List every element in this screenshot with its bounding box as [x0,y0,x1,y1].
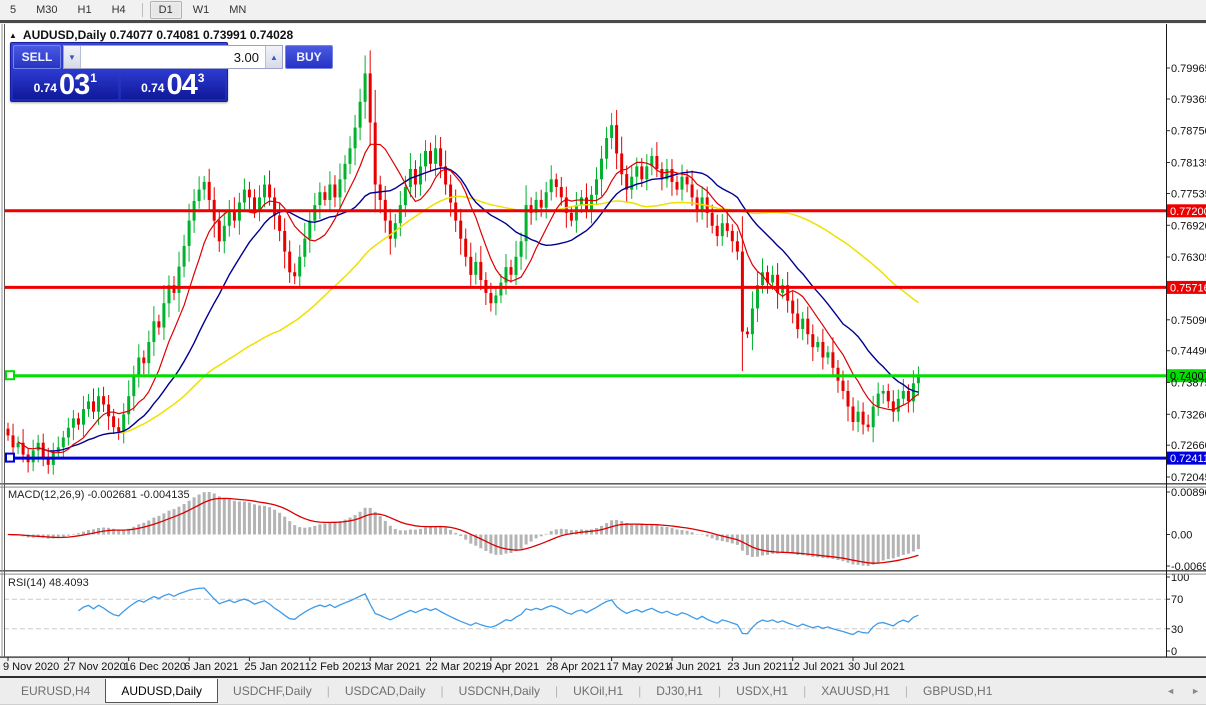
chart-tab-bar: EURUSD,H4 AUDUSD,Daily USDCHF,Daily | USDCAD… [0,676,1206,705]
buy-price-display[interactable]: 0.74 04 3 [120,69,225,101]
lot-increase-button[interactable]: ▲ [265,46,282,68]
price-axis-label: 0.72660 [1171,440,1206,452]
price-axis-label: 0.73260 [1171,409,1206,421]
tab-gbpusd-h1[interactable]: GBPUSD,H1 [908,680,1007,702]
date-axis-label: 27 Nov 2020 [63,661,125,673]
tab-xauusd-h1[interactable]: XAUUSD,H1 [806,680,905,702]
price-axis-label: 0.76305 [1171,252,1206,264]
tab-audusd-daily[interactable]: AUDUSD,Daily [105,679,219,703]
panel-splitter [0,483,1206,485]
date-axis-label: 9 Apr 2021 [486,661,539,673]
macd-axis-label: 0.008903 [1171,487,1206,499]
sell-price-base: 0.74 [33,81,57,95]
tab-usdx-h1[interactable]: USDX,H1 [721,680,803,702]
date-axis-label: 12 Jul 2021 [788,661,845,673]
price-axis-label: 0.79365 [1171,94,1206,106]
buy-price-base: 0.74 [141,81,165,95]
sell-price-point: 1 [90,71,97,85]
date-axis-label: 17 May 2021 [607,661,671,673]
tab-scroll-controls: ◄ ► [1166,678,1200,704]
tab-ukoil-h1[interactable]: UKOil,H1 [558,680,638,702]
tab-usdcnh-daily[interactable]: USDCNH,Daily [444,680,555,702]
price-axis-label: 0.78135 [1171,158,1206,170]
buy-price-pips: 04 [166,69,197,101]
buy-price-point: 3 [197,71,205,85]
macd-indicator-label: MACD(12,26,9) -0.002681 -0.004135 [8,489,190,501]
sell-price-pips: 03 [58,69,90,101]
one-click-trade-panel: SELL ▼ ▲ BUY 0.74 03 1 0.74 04 3 [10,42,333,102]
buy-button[interactable]: BUY [285,45,333,69]
rsi-axis-label: 70 [1171,594,1183,606]
collapse-triangle-icon[interactable]: ▲ [9,31,17,40]
date-axis-label: 6 Jan 2021 [184,661,238,673]
chart-ohlc-text: AUDUSD,Daily 0.74077 0.74081 0.73991 0.7… [22,28,294,42]
date-axis-line [0,656,1206,658]
panel-splitter [0,486,1206,488]
price-axis-label: 0.79965 [1171,63,1206,75]
rsi-axis-label: 0 [1171,646,1177,658]
price-axis-line [1166,24,1167,657]
tab-dj30-h1[interactable]: DJ30,H1 [641,680,718,702]
date-axis-label: 25 Jan 2021 [244,661,305,673]
lot-size-input[interactable] [81,46,265,68]
hline-anchor-marker [5,452,15,463]
date-axis-label: 16 Dec 2020 [124,661,186,673]
trading-app-window: 5 M30 H1 H4 D1 W1 MN 0.77200 0.75716 0.74007 0.72… [0,0,1206,705]
date-axis-label: 28 Apr 2021 [546,661,605,673]
price-axis-label: 0.72045 [1171,472,1206,484]
panel-splitter [0,573,1206,575]
price-axis-label: 0.73875 [1171,378,1206,390]
tab-scroll-left-icon[interactable]: ◄ [1166,686,1175,696]
tab-usdchf-daily[interactable]: USDCHF,Daily [218,680,327,702]
rsi-axis-label: 30 [1171,624,1183,636]
chart-left-border [4,24,5,657]
date-axis-label: 30 Jul 2021 [848,661,905,673]
hline-price-label: 0.77200 [1170,206,1206,218]
price-axis-label: 0.77535 [1171,189,1206,201]
rsi-indicator-label: RSI(14) 48.4093 [8,577,89,589]
lot-decrease-button[interactable]: ▼ [64,46,81,68]
macd-axis-label: 0.00 [1171,530,1192,542]
chart-background [0,24,1206,658]
tab-usdcad-daily[interactable]: USDCAD,Daily [330,680,441,702]
panel-splitter [0,570,1206,572]
date-axis-label: 22 Mar 2021 [426,661,488,673]
price-axis-label: 0.75090 [1171,315,1206,327]
date-axis-label: 4 Jun 2021 [667,661,721,673]
hline-price-label: 0.72411 [1170,453,1206,465]
date-axis-label: 9 Nov 2020 [3,661,59,673]
chart-tabs: EURUSD,H4 AUDUSD,Daily USDCHF,Daily | USDCAD… [6,679,1007,703]
date-axis-label: 12 Feb 2021 [305,661,367,673]
tab-eurusd-h4[interactable]: EURUSD,H4 [6,680,105,702]
price-axis-label: 0.74490 [1171,346,1206,358]
tab-scroll-right-icon[interactable]: ► [1191,686,1200,696]
lot-size-control: ▼ ▲ [63,45,283,69]
date-axis-label: 23 Jun 2021 [727,661,788,673]
chart-ohlc-header: ▲ AUDUSD,Daily 0.74077 0.74081 0.73991 0… [9,28,293,42]
chart-left-border [1,24,3,657]
date-axis-label: 3 Mar 2021 [365,661,421,673]
price-axis-label: 0.78750 [1171,126,1206,138]
price-chart-canvas[interactable]: 0.772000.757160.740070.724110.799650.793… [0,0,1206,705]
hline-price-label: 0.75716 [1170,282,1206,294]
price-axis-label: 0.76920 [1171,220,1206,232]
sell-price-display[interactable]: 0.74 03 1 [13,69,118,101]
sell-button[interactable]: SELL [13,45,61,69]
hline-anchor-marker [5,370,15,381]
